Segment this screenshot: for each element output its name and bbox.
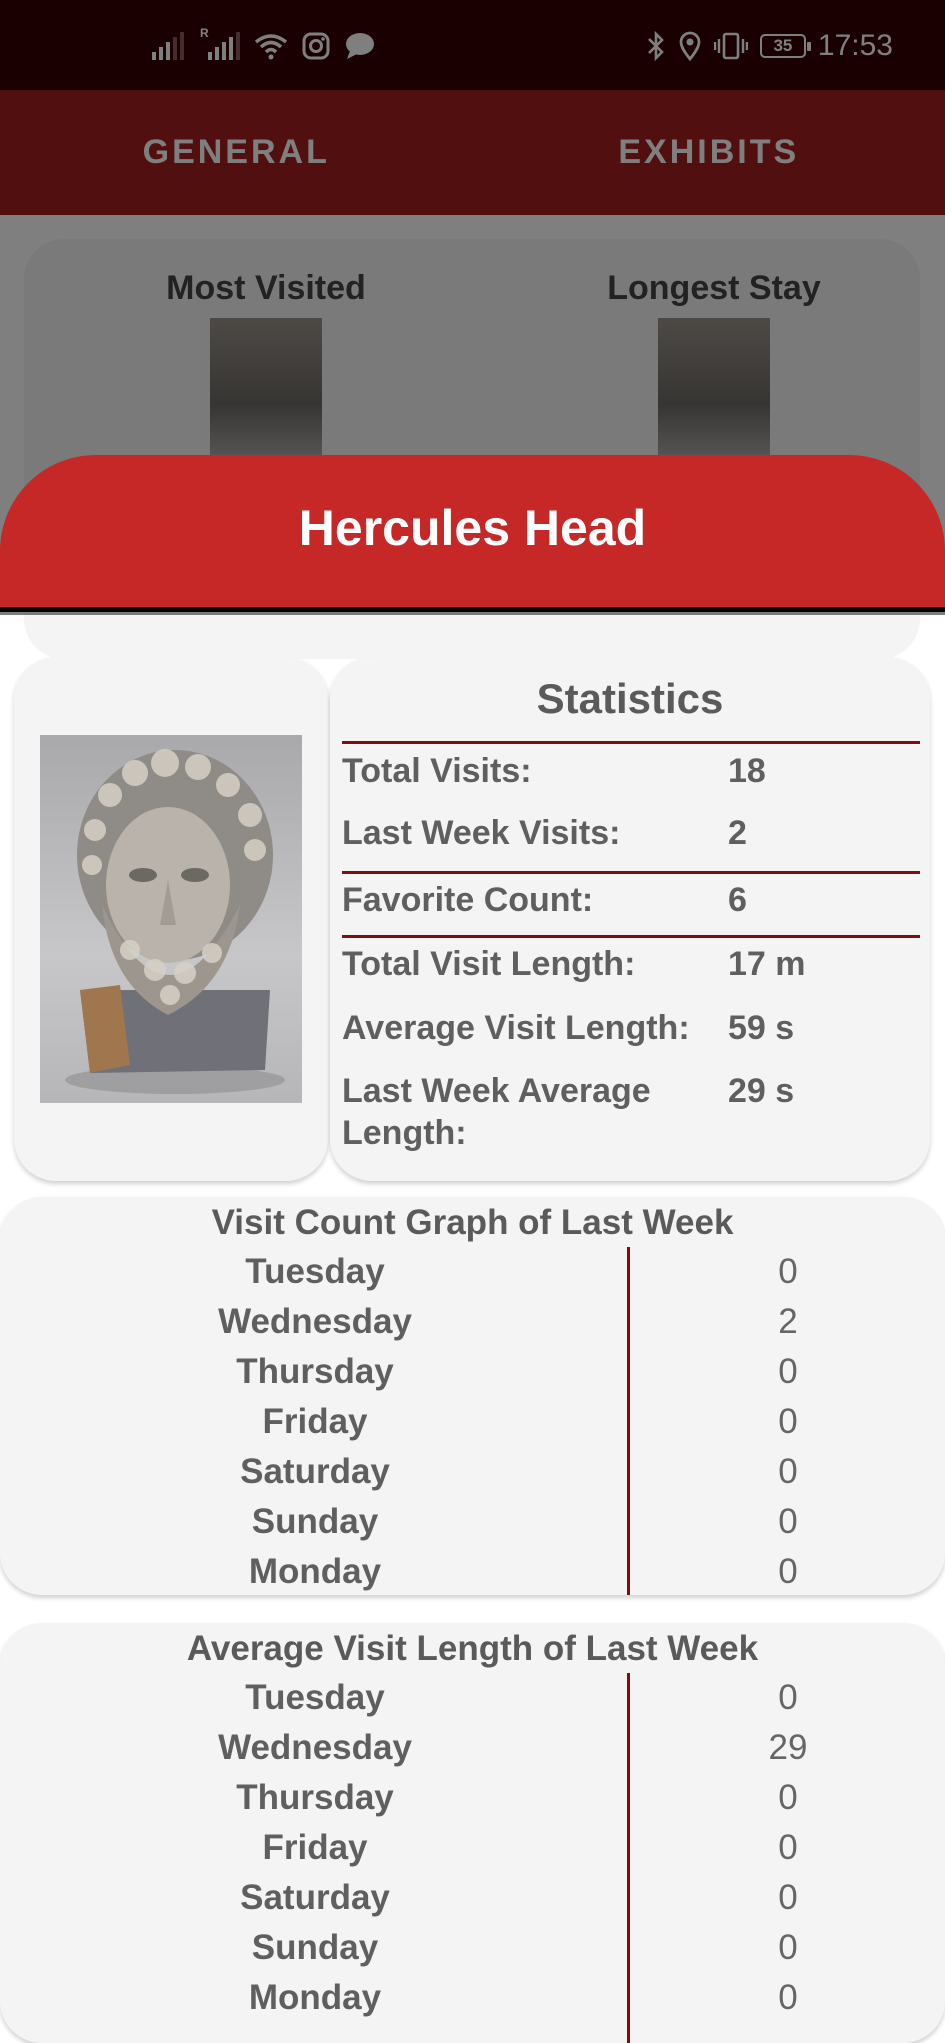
day-value: 0 <box>628 1402 945 1442</box>
day-label: Tuesday <box>140 1252 490 1292</box>
divider <box>342 871 920 874</box>
divider <box>342 741 920 744</box>
stat-label: Favorite Count: <box>342 879 717 921</box>
statue-bust-image <box>40 735 302 1103</box>
day-label: Friday <box>140 1828 490 1868</box>
day-label: Monday <box>140 1552 490 1592</box>
visit-count-graph-title: Visit Count Graph of Last Week <box>0 1203 945 1243</box>
statistics-title: Statistics <box>330 675 930 723</box>
day-value: 0 <box>628 1828 945 1868</box>
day-label: Wednesday <box>140 1302 490 1342</box>
day-value: 0 <box>628 1678 945 1718</box>
stat-value: 29 s <box>728 1070 794 1112</box>
stat-label: Last Week Average Length: <box>342 1070 717 1154</box>
day-label: Sunday <box>140 1502 490 1542</box>
exhibit-image <box>40 735 302 1103</box>
day-value: 0 <box>628 1252 945 1292</box>
stat-label: Average Visit Length: <box>342 1007 717 1049</box>
sheet-header: Hercules Head <box>0 455 945 612</box>
stat-label: Total Visits: <box>342 750 717 792</box>
average-length-graph-card: Average Visit Length of Last Week Tuesda… <box>0 1623 945 2043</box>
day-value: 0 <box>628 1552 945 1592</box>
stat-value: 2 <box>728 812 747 854</box>
day-value: 0 <box>628 1928 945 1968</box>
stat-label: Total Visit Length: <box>342 943 717 985</box>
exhibit-title: Hercules Head <box>299 499 646 557</box>
day-value: 2 <box>628 1302 945 1342</box>
day-value: 0 <box>628 1978 945 2018</box>
stat-value: 6 <box>728 879 747 921</box>
day-label: Thursday <box>140 1778 490 1818</box>
day-label: Monday <box>140 1978 490 2018</box>
statistics-card: Statistics Total Visits: 18 Last Week Vi… <box>330 657 930 1181</box>
day-value: 29 <box>628 1728 945 1768</box>
stat-value: 17 m <box>728 943 806 985</box>
day-label: Tuesday <box>140 1678 490 1718</box>
divider <box>342 935 920 938</box>
visit-count-graph-card: Visit Count Graph of Last Week Tuesday 0… <box>0 1197 945 1595</box>
stat-label: Last Week Visits: <box>342 812 717 854</box>
day-value: 0 <box>628 1778 945 1818</box>
day-label: Saturday <box>140 1878 490 1918</box>
day-value: 0 <box>628 1452 945 1492</box>
day-value: 0 <box>628 1502 945 1542</box>
stat-value: 18 <box>728 750 766 792</box>
day-value: 0 <box>628 1878 945 1918</box>
day-value: 0 <box>628 1352 945 1392</box>
day-label: Thursday <box>140 1352 490 1392</box>
average-length-graph-title: Average Visit Length of Last Week <box>0 1629 945 1669</box>
day-label: Saturday <box>140 1452 490 1492</box>
day-label: Sunday <box>140 1928 490 1968</box>
day-label: Friday <box>140 1402 490 1442</box>
day-label: Wednesday <box>140 1728 490 1768</box>
exhibit-image-card <box>14 657 328 1181</box>
stat-value: 59 s <box>728 1007 794 1049</box>
